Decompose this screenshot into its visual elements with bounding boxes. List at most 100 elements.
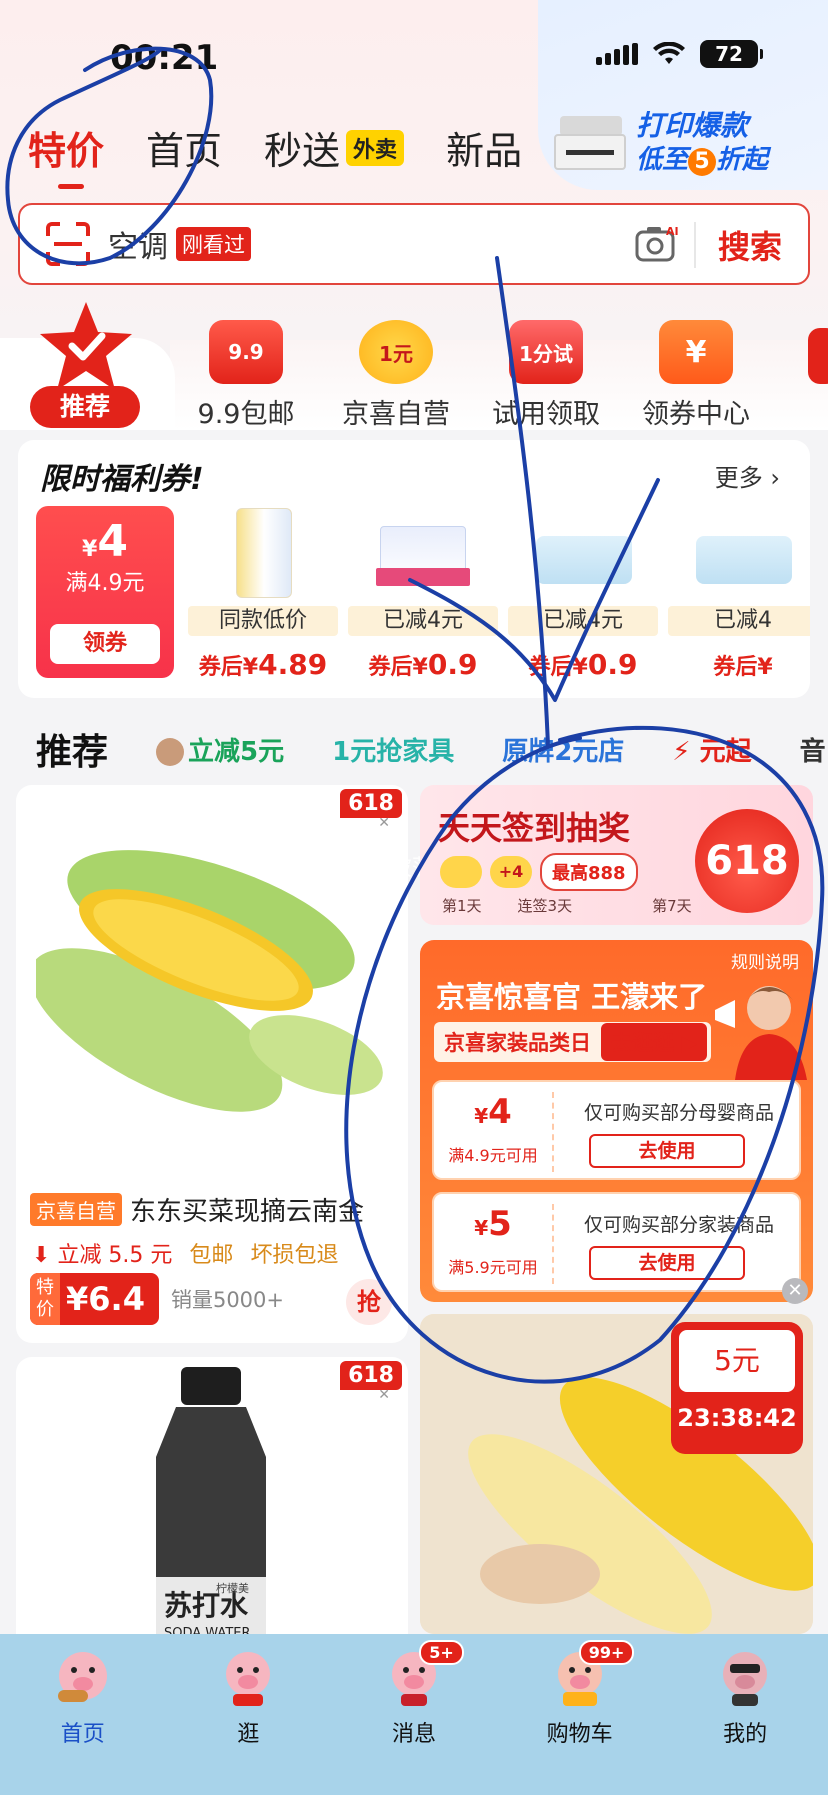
price-tag: 特价 ¥6.4	[30, 1273, 159, 1325]
recently-viewed-tag: 刚看过	[176, 227, 251, 261]
one-yuan-badge-icon: 1元	[359, 320, 433, 384]
takeout-badge: 外卖	[346, 129, 405, 166]
flash-sale-card[interactable]: 5元 23:38:42	[420, 1314, 813, 1634]
status-icons: 72	[596, 40, 763, 68]
feed-tab-partial[interactable]: 音	[800, 731, 826, 768]
feed-tab-recommend[interactable]: 推荐	[36, 723, 108, 775]
countdown-badge: 5元 23:38:42	[671, 1322, 803, 1454]
top-tabs: 特价 首页 秒送 外卖 新品	[28, 120, 522, 189]
wipes-pack-image	[688, 506, 798, 600]
618-flame-badge: 618	[695, 809, 799, 913]
tissue-box-image	[368, 506, 478, 600]
wipes-pack-image	[528, 506, 638, 600]
shopping-bag-icon: 1分试	[509, 320, 583, 384]
feed-tab-furniture[interactable]: 1元抢家具	[332, 731, 454, 768]
search-button[interactable]: 搜索	[693, 222, 782, 268]
countdown-price: 5元	[679, 1330, 795, 1392]
use-coupon-button[interactable]: 去使用	[589, 1134, 745, 1168]
618-badge: 618	[340, 789, 402, 818]
category-partial-icon[interactable]	[808, 328, 828, 384]
voucher-4yuan[interactable]: ¥4 满4.9元 领券	[36, 506, 174, 678]
plus-four-coin: +4	[490, 856, 532, 888]
coupon-product[interactable]: 已减4元 券后¥0.9	[348, 506, 498, 681]
category-trial[interactable]: 1分试 试用领取	[476, 320, 616, 431]
status-bar: 00:21 72	[0, 0, 828, 110]
avatar	[156, 738, 185, 766]
day-coin-icon	[440, 856, 482, 888]
more-link[interactable]: 更多 ›	[715, 458, 780, 493]
feed-tabs: 推荐 立减5元 1元抢家具 原牌2元店 ⚡ 元起 音	[0, 718, 828, 780]
self-operated-tag: 京喜自营	[30, 1193, 122, 1226]
bottom-navigation: 首页 逛 5+ 消息 99+ 购物车 我的	[0, 1634, 828, 1795]
status-time: 00:21	[110, 38, 219, 78]
soda-bottle-image: 苏打水 SODA WATER 柠檬美	[156, 1367, 266, 1657]
tab-home[interactable]: 首页	[146, 120, 222, 175]
signal-icon	[596, 43, 638, 65]
feed-tab-discount[interactable]: 立减5元	[156, 731, 284, 768]
product-features: ⬇ 立减 5.5 元 包邮 坏损包退	[32, 1243, 339, 1268]
618-badge: 618	[340, 1361, 402, 1390]
search-bar[interactable]: 空调 刚看过 AI 搜索	[18, 203, 810, 285]
close-icon[interactable]: ✕	[378, 1387, 390, 1403]
pig-guitar-icon	[57, 1652, 107, 1702]
nav-cart[interactable]: 99+ 购物车	[497, 1634, 663, 1795]
coupon-product[interactable]: 已减4元 券后¥0.9	[508, 506, 658, 681]
coupon-home-decor[interactable]: ¥5 满5.9元可用 仅可购买部分家装商品 去使用	[432, 1192, 801, 1292]
max-reward: 最高888	[540, 853, 638, 891]
category-coupon-center[interactable]: ¥ 领券中心	[626, 320, 766, 431]
jingxi-surprise-card[interactable]: 规则说明 京喜惊喜官 王濛来了 京喜家装品类日 去逛逛 ▶ ¥4 满4.9元可用…	[420, 940, 813, 1302]
nav-browse[interactable]: 逛	[166, 1634, 332, 1795]
category-row: 推荐 9.9 9.9包邮 1元 京喜自营 1分试 试用领取 ¥ 领券中心	[0, 300, 828, 430]
tab-tejia[interactable]: 特价	[28, 120, 104, 189]
category-jingxi-self[interactable]: 1元 京喜自营	[326, 320, 466, 431]
product-title: 东东买菜现摘云南金	[130, 1197, 365, 1227]
promo-subtitle: 低至 5 折起	[636, 145, 769, 176]
svg-text:AI: AI	[666, 225, 679, 238]
tissue-pack-image	[208, 506, 318, 600]
jx-card-title: 京喜惊喜官 王濛来了	[436, 980, 708, 1014]
lightning-icon: ⚡	[672, 736, 691, 767]
coupon-product[interactable]: 同款低价 券后¥4.89	[188, 506, 338, 681]
use-coupon-button[interactable]: 去使用	[589, 1246, 745, 1280]
nav-messages[interactable]: 5+ 消息	[331, 1634, 497, 1795]
down-arrow-icon: ⬇	[32, 1243, 51, 1268]
go-browse-button[interactable]: 去逛逛 ▶	[601, 1023, 708, 1061]
printer-promo-banner[interactable]: 打印爆款 低至 5 折起	[554, 98, 814, 188]
close-icon[interactable]: ✕	[782, 1278, 808, 1304]
pig-browse-icon	[226, 1652, 271, 1706]
wifi-icon	[653, 42, 685, 64]
tab-miaosong[interactable]: 秒送 外卖	[264, 120, 405, 175]
search-input[interactable]: 空调	[108, 222, 168, 266]
celebrity-megaphone-image	[715, 986, 807, 1080]
ai-camera-icon[interactable]: AI	[634, 223, 680, 263]
product-card[interactable]: 618 ✕ 苏打水 SODA WATER 柠檬美	[16, 1357, 408, 1657]
claim-coupon-button[interactable]: 领券	[50, 624, 160, 664]
star-check-icon[interactable]	[36, 300, 136, 392]
nav-home[interactable]: 首页	[0, 1634, 166, 1795]
feed-tab-yuan-up[interactable]: ⚡ 元起	[672, 731, 751, 768]
message-count-badge: 5+	[419, 1640, 464, 1665]
checkin-lottery-banner[interactable]: 天天签到抽奖 +4 最高888 第1天 连签3天 第7天 618	[420, 785, 813, 925]
category-recommend[interactable]: 推荐	[30, 386, 140, 428]
tab-new[interactable]: 新品	[446, 120, 522, 175]
cart-count-badge: 99+	[578, 1640, 635, 1665]
checkin-title: 天天签到抽奖	[438, 809, 631, 847]
coupon-product[interactable]: 已减4 券后¥	[668, 506, 810, 681]
limited-coupon-card: 限时福利券! 更多 › ¥4 满4.9元 领券 同款低价 券后¥4.89 已减4…	[18, 440, 810, 698]
promo-title: 打印爆款	[636, 109, 749, 142]
coupon-maternity[interactable]: ¥4 满4.9元可用 仅可购买部分母婴商品 去使用	[432, 1080, 801, 1180]
scan-icon[interactable]	[46, 222, 90, 266]
feed-tab-2yuan-store[interactable]: 原牌2元店	[502, 731, 624, 768]
battery-icon: 72	[700, 40, 763, 68]
sales-count: 销量5000+	[170, 1288, 284, 1312]
svg-text:柠檬美: 柠檬美	[216, 1581, 249, 1595]
nav-profile[interactable]: 我的	[662, 1634, 828, 1795]
printer-image	[554, 106, 626, 180]
tag-9-9-icon: 9.9	[209, 320, 283, 384]
grab-button[interactable]: 抢	[346, 1279, 392, 1325]
countdown-timer: 23:38:42	[677, 1404, 797, 1432]
coupon-yen-icon: ¥	[659, 320, 733, 384]
coupon-card-title: 限时福利券!	[40, 462, 204, 497]
pig-profile-icon	[723, 1652, 768, 1706]
category-9-9-free-shipping[interactable]: 9.9 9.9包邮	[176, 320, 316, 431]
